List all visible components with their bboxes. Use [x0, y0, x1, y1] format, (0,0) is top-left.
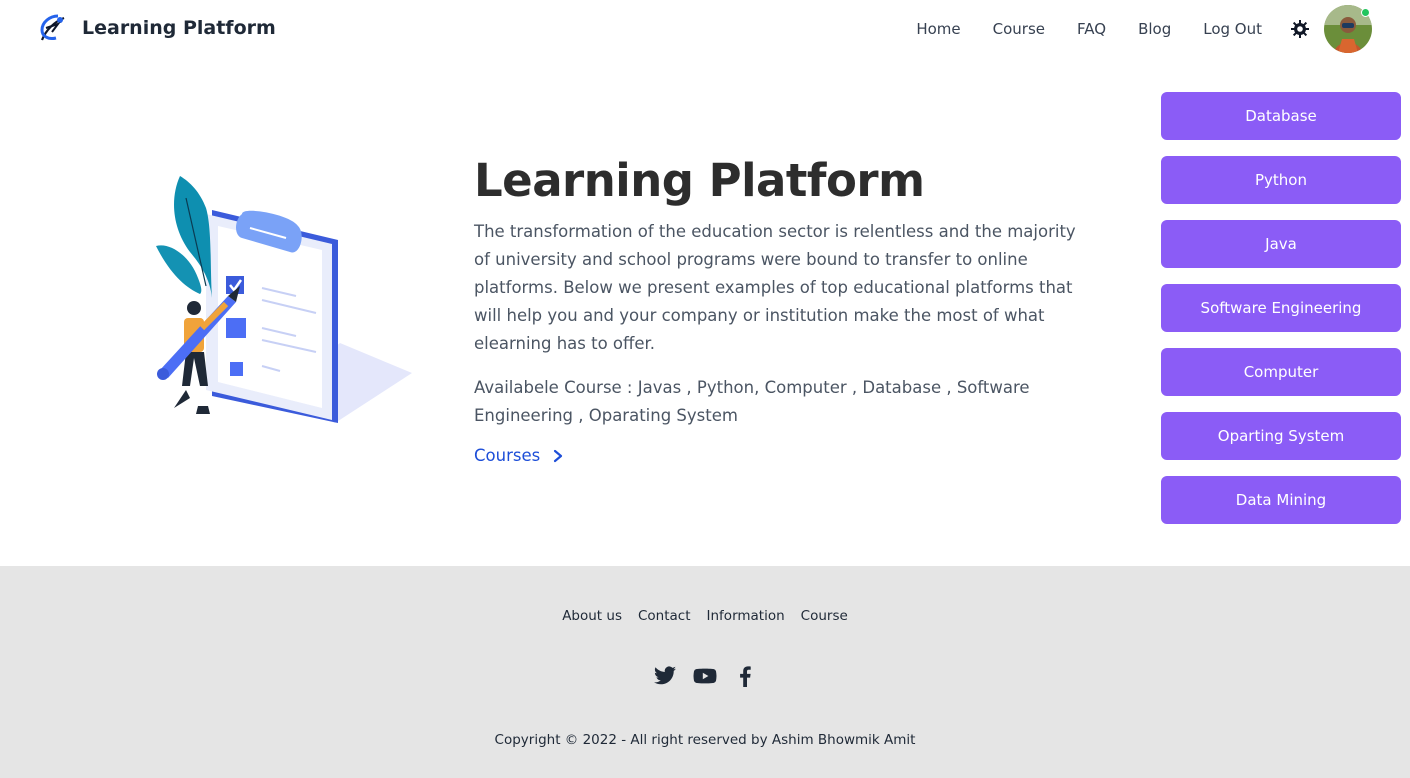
- nav-faq[interactable]: FAQ: [1077, 20, 1106, 38]
- main-nav: Home Course FAQ Blog Log Out: [916, 0, 1410, 58]
- courses-link-label: Courses: [474, 446, 541, 465]
- brand[interactable]: Learning Platform: [36, 12, 276, 44]
- nav-home[interactable]: Home: [916, 20, 960, 38]
- online-status-dot: [1361, 8, 1370, 17]
- category-database-button[interactable]: Database: [1161, 92, 1401, 140]
- copyright-text: Copyright © 2022 - All right reserved by…: [494, 732, 916, 748]
- social-links: [0, 664, 1410, 688]
- footer-link-course[interactable]: Course: [801, 608, 848, 624]
- category-computer-button[interactable]: Computer: [1161, 348, 1401, 396]
- hero-description: The transformation of the education sect…: [474, 222, 1076, 353]
- category-software-engineering-button[interactable]: Software Engineering: [1161, 284, 1401, 332]
- chevron-right-icon: [554, 449, 563, 462]
- nav-course[interactable]: Course: [993, 20, 1045, 38]
- footer-link-contact[interactable]: Contact: [638, 608, 691, 624]
- twitter-icon[interactable]: [653, 664, 677, 688]
- facebook-icon[interactable]: [733, 664, 757, 688]
- gear-icon[interactable]: [1290, 19, 1310, 39]
- category-data-mining-button[interactable]: Data Mining: [1161, 476, 1401, 524]
- footer: About us Contact Information Course Copy…: [0, 566, 1410, 778]
- nav-blog[interactable]: Blog: [1138, 20, 1171, 38]
- hero-section: Learning Platform The transformation of …: [474, 152, 1084, 465]
- top-navbar: Learning Platform Home Course FAQ Blog L…: [0, 0, 1410, 58]
- available-courses-text: Availabele Course : Javas , Python, Comp…: [474, 378, 1030, 425]
- youtube-icon[interactable]: [693, 664, 717, 688]
- category-operating-system-button[interactable]: Oparting System: [1161, 412, 1401, 460]
- footer-link-about[interactable]: About us: [562, 608, 622, 624]
- clipboard-illustration: [156, 176, 412, 423]
- category-python-button[interactable]: Python: [1161, 156, 1401, 204]
- category-list: Database Python Java Software Engineerin…: [1161, 92, 1401, 540]
- page-title: Learning Platform: [474, 154, 925, 207]
- category-java-button[interactable]: Java: [1161, 220, 1401, 268]
- footer-link-information[interactable]: Information: [707, 608, 785, 624]
- brand-name: Learning Platform: [82, 17, 276, 39]
- nav-logout[interactable]: Log Out: [1203, 20, 1262, 38]
- brand-logo-icon: [40, 14, 65, 41]
- courses-link[interactable]: Courses: [474, 446, 564, 465]
- user-avatar[interactable]: [1324, 5, 1372, 53]
- footer-links: About us Contact Information Course: [0, 608, 1410, 624]
